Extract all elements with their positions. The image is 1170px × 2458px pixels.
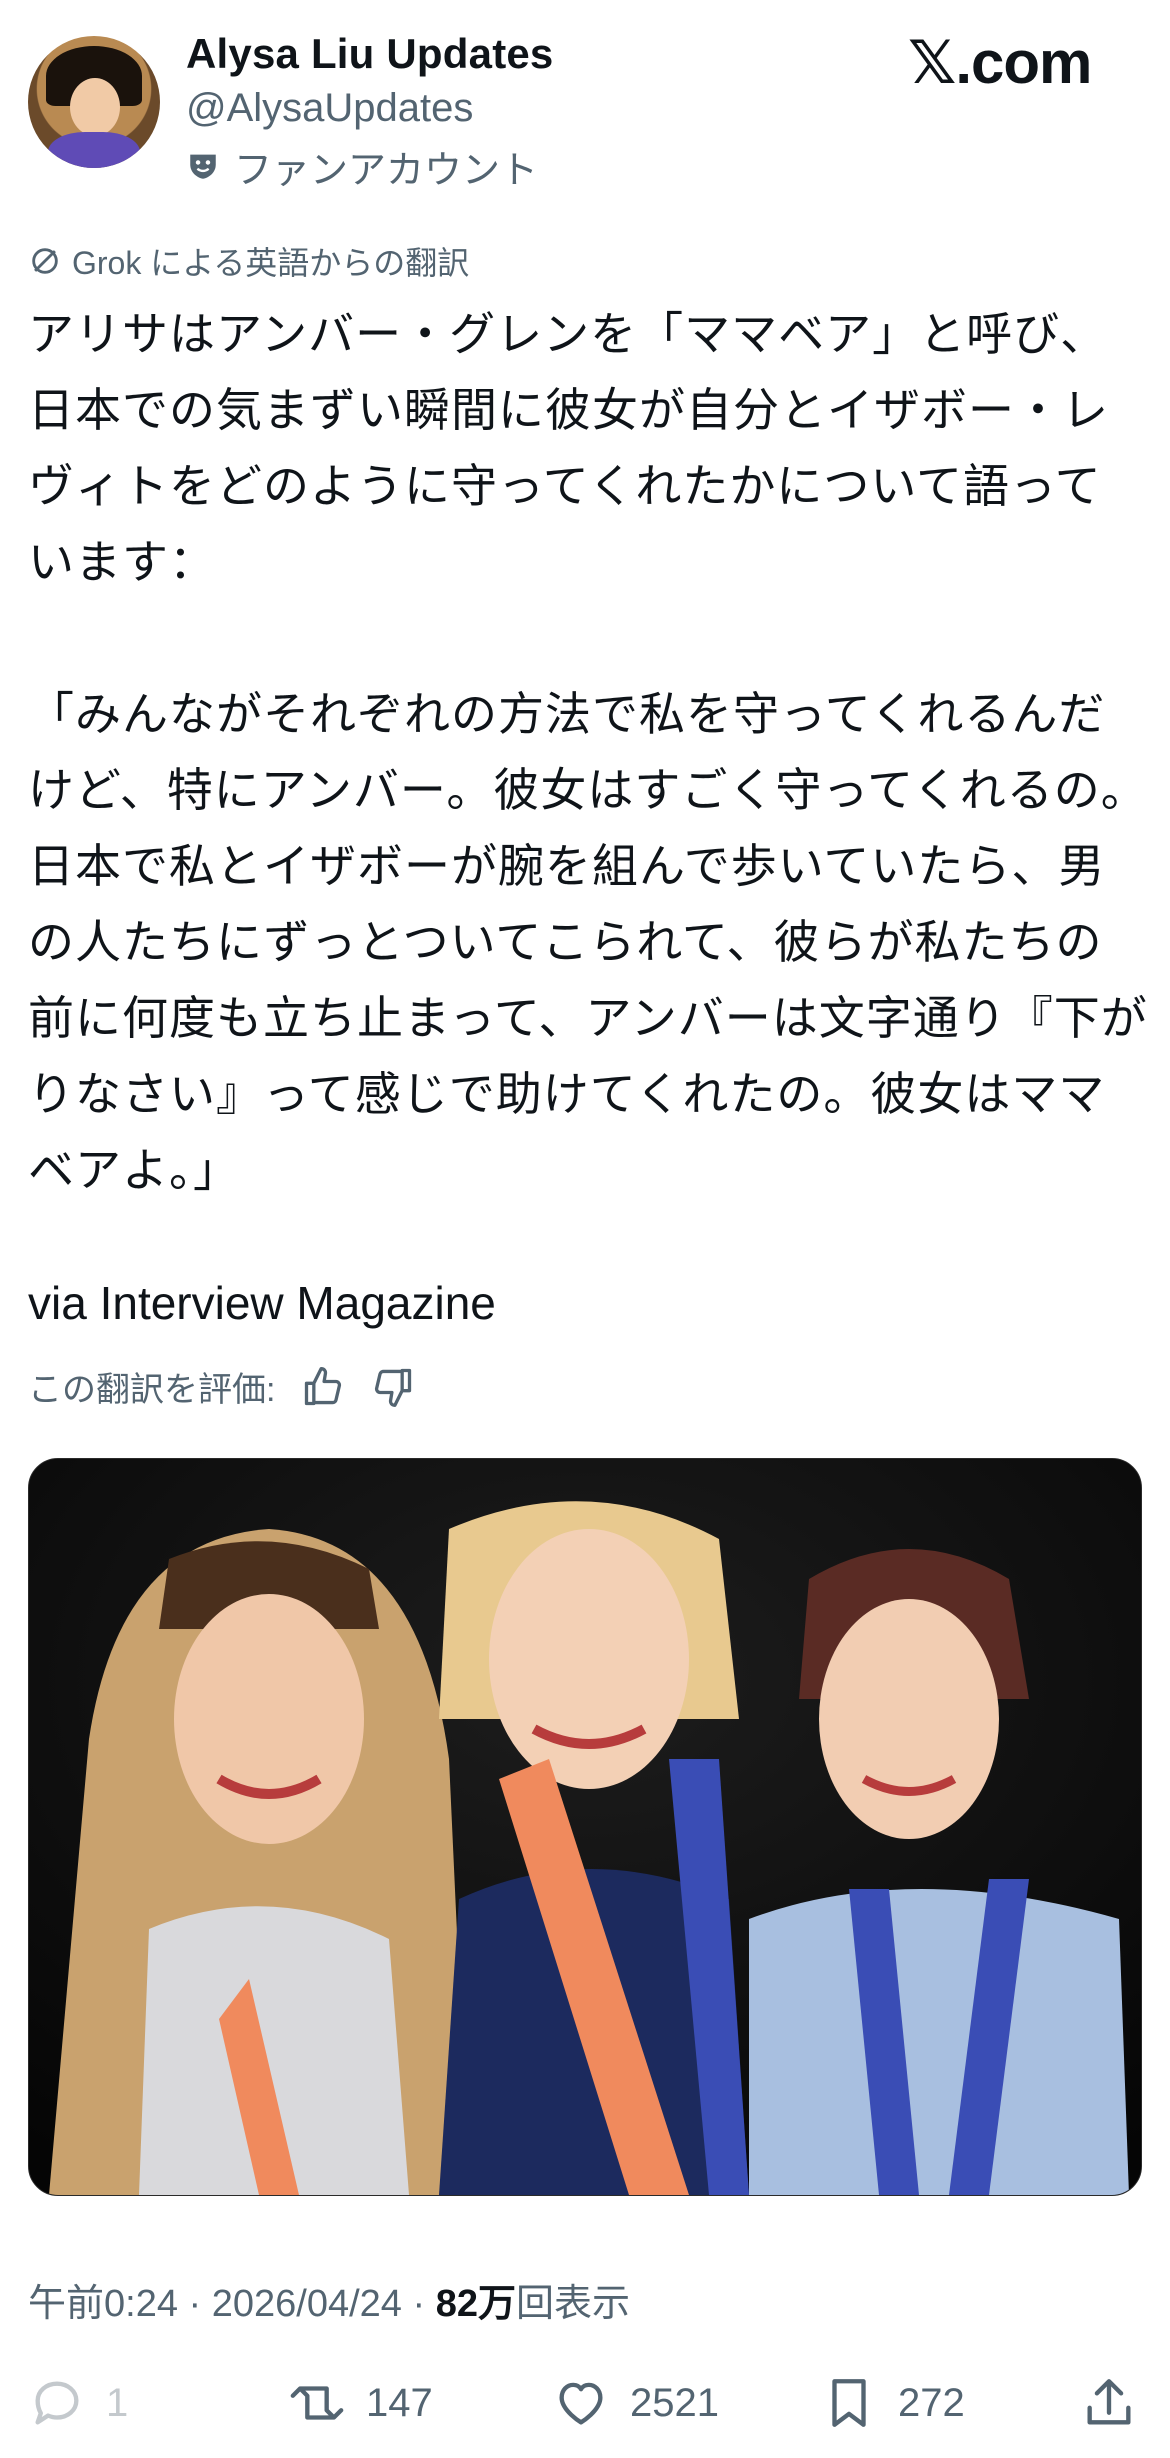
account-handle[interactable]: @AlysaUpdates [186,86,473,131]
fan-account-badge: ファンアカウント [186,144,538,192]
mask-icon [190,154,216,179]
post-meta: 午前0:24 · 2026/04/24 · 82万回表示 [28,2272,630,2327]
retweet-button[interactable]: 147 [288,2374,433,2432]
share-icon [1087,2379,1131,2425]
view-label: 回表示 [515,2283,630,2325]
heart-icon [559,2382,603,2425]
bookmark-icon [832,2379,866,2427]
rating-label: この翻訳を評価: [28,1371,276,1409]
tweet-header: Alysa Liu Updates @AlysaUpdates ファンアカウント… [0,0,1170,192]
translate-icon [32,248,58,274]
translation-label: Grok による英語からの翻訳 [72,245,470,281]
fan-account-label: ファンアカウント [234,149,539,192]
share-button[interactable] [1080,2374,1138,2432]
account-name[interactable]: Alysa Liu Updates [186,30,554,78]
avatar[interactable] [28,36,160,168]
action-bar: 1 147 2521 272 [0,2362,1170,2442]
attached-photo[interactable] [28,1458,1142,2196]
post-text: アリサはアンバー・グレンを「ママベア」と呼び、日本での気まずい瞬間に彼女が自分と… [28,308,1148,1196]
post-time[interactable]: 午前0:24 · 2026/04/24 · [28,2283,436,2325]
like-button[interactable]: 2521 [552,2374,719,2432]
post-source: via Interview Magazine [28,1277,496,1329]
bookmark-count: 272 [898,2380,965,2425]
retweet-icon [290,2386,344,2420]
view-count: 82万 [435,2283,516,2325]
translation-rating: この翻訳を評価: [28,1362,415,1411]
bookmark-button[interactable]: 272 [820,2374,965,2432]
thumbs-down-icon[interactable] [371,1365,415,1409]
skaters-photo [29,1459,1141,2195]
translation-notice: Grok による英語からの翻訳 [28,238,469,284]
x-logo: 𝕏.com [908,29,1092,96]
reply-count: 1 [106,2380,129,2425]
reply-icon [35,2381,79,2425]
like-count: 2521 [630,2380,719,2425]
thumbs-up-icon[interactable] [301,1365,345,1409]
reply-button[interactable]: 1 [28,2374,128,2432]
retweet-count: 147 [366,2380,433,2425]
